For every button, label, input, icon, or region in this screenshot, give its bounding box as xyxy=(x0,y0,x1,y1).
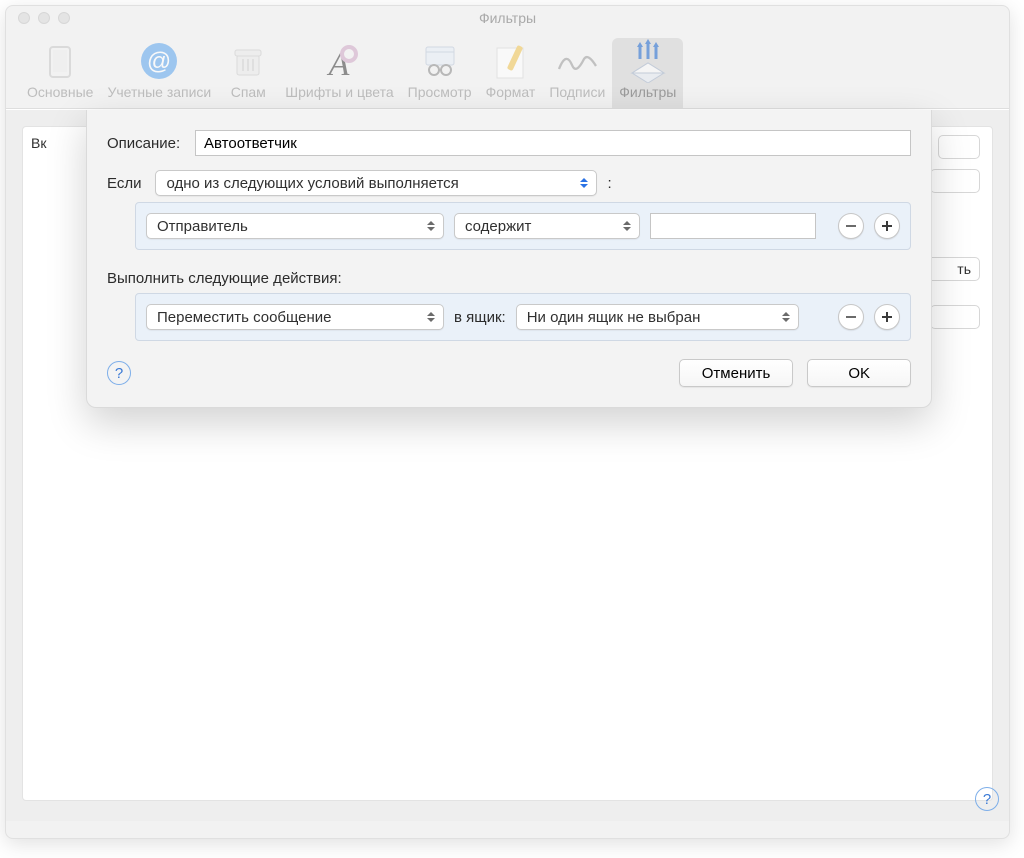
to-mailbox-label: в ящик: xyxy=(454,309,506,326)
tab-fonts[interactable]: A Шрифты и цвета xyxy=(278,38,400,108)
background-button[interactable] xyxy=(930,305,980,329)
tab-viewing[interactable]: Просмотр xyxy=(401,38,479,108)
plus-icon xyxy=(880,219,894,233)
tab-label: Учетные записи xyxy=(107,84,211,100)
chevrons-icon xyxy=(622,221,632,231)
preferences-toolbar: Основные @ Учетные записи Спам A Шрифты … xyxy=(6,30,1009,109)
preferences-body: Вк ть Описание: Если одно из следующих у… xyxy=(6,109,1009,821)
svg-text:A: A xyxy=(327,46,350,81)
at-icon: @ xyxy=(136,38,182,84)
window-title: Фильтры xyxy=(6,10,1009,26)
tab-label: Спам xyxy=(231,84,266,100)
cancel-button[interactable]: Отменить xyxy=(679,359,794,387)
tab-signatures[interactable]: Подписи xyxy=(542,38,612,108)
tab-label: Фильтры xyxy=(619,84,676,100)
tab-label: Подписи xyxy=(549,84,605,100)
if-condition-popup[interactable]: одно из следующих условий выполняется xyxy=(155,170,597,196)
popup-value: одно из следующих условий выполняется xyxy=(166,175,458,192)
action-verb-popup[interactable]: Переместить сообщение xyxy=(146,304,444,330)
chevrons-icon xyxy=(426,312,436,322)
popup-value: Отправитель xyxy=(157,218,248,235)
add-action-button[interactable] xyxy=(874,304,900,330)
actions-label: Выполнить следующие действия: xyxy=(107,270,911,287)
fonts-icon: A xyxy=(316,38,362,84)
tab-composing[interactable]: Формат xyxy=(479,38,543,108)
tab-label: Просмотр xyxy=(408,84,472,100)
tab-label: Формат xyxy=(486,84,536,100)
plus-icon xyxy=(880,310,894,324)
tab-accounts[interactable]: @ Учетные записи xyxy=(100,38,218,108)
tab-junk[interactable]: Спам xyxy=(218,38,278,108)
colon: : xyxy=(607,175,611,192)
tab-rules[interactable]: Фильтры xyxy=(612,38,683,108)
tab-general[interactable]: Основные xyxy=(20,38,100,108)
help-icon: ? xyxy=(115,365,123,382)
svg-text:@: @ xyxy=(147,48,171,75)
background-button[interactable] xyxy=(930,169,980,193)
titlebar: Фильтры xyxy=(6,6,1009,30)
help-button[interactable]: ? xyxy=(107,361,131,385)
if-label: Если xyxy=(107,175,141,192)
background-button[interactable] xyxy=(938,135,980,159)
popup-value: Переместить сообщение xyxy=(157,309,332,326)
minus-icon xyxy=(844,219,858,233)
remove-action-button[interactable] xyxy=(838,304,864,330)
action-row: Переместить сообщение в ящик: Ни один ящ… xyxy=(135,293,911,341)
condition-value-input[interactable] xyxy=(650,213,816,239)
condition-operator-popup[interactable]: содержит xyxy=(454,213,640,239)
compose-icon xyxy=(487,38,533,84)
tab-label: Шрифты и цвета xyxy=(285,84,393,100)
trash-icon xyxy=(225,38,271,84)
column-header: Вк xyxy=(31,135,46,151)
rules-icon xyxy=(625,38,671,84)
signature-icon xyxy=(554,38,600,84)
condition-field-popup[interactable]: Отправитель xyxy=(146,213,444,239)
add-condition-button[interactable] xyxy=(874,213,900,239)
popup-value: содержит xyxy=(465,218,531,235)
tab-label: Основные xyxy=(27,84,93,100)
chevrons-icon xyxy=(426,221,436,231)
action-target-popup[interactable]: Ни один ящик не выбран xyxy=(516,304,799,330)
condition-row: Отправитель содержит xyxy=(135,202,911,250)
ok-button[interactable]: OK xyxy=(807,359,911,387)
description-input[interactable] xyxy=(195,130,911,156)
minus-icon xyxy=(844,310,858,324)
rule-editor-sheet: Описание: Если одно из следующих условий… xyxy=(86,110,932,408)
popup-value: Ни один ящик не выбран xyxy=(527,309,701,326)
chevrons-icon xyxy=(579,178,589,188)
description-label: Описание: xyxy=(107,135,195,152)
viewing-icon xyxy=(417,38,463,84)
chevrons-icon xyxy=(781,312,791,322)
remove-condition-button[interactable] xyxy=(838,213,864,239)
help-button[interactable]: ? xyxy=(975,787,999,811)
help-icon: ? xyxy=(983,791,991,808)
preferences-window: Фильтры Основные @ Учетные записи Спам A xyxy=(5,5,1010,839)
general-icon xyxy=(37,38,83,84)
